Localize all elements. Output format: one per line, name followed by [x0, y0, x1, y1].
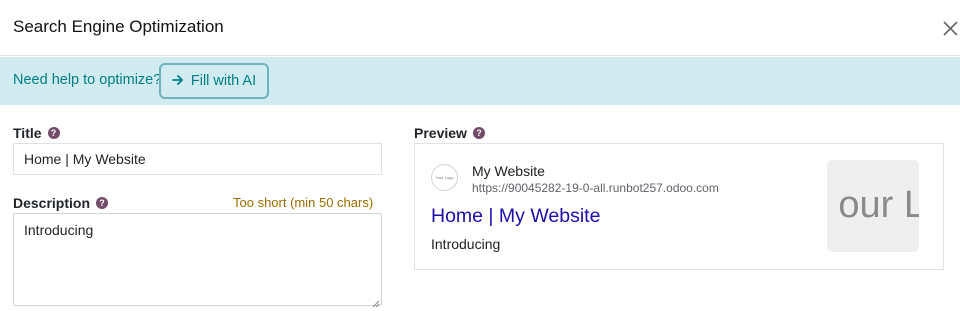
- close-icon[interactable]: [940, 17, 960, 39]
- thumbnail-logo-text: our L: [838, 184, 919, 226]
- site-logo: Your Logo: [431, 164, 458, 191]
- resize-handle-icon[interactable]: [371, 295, 380, 308]
- dialog-header: Search Engine Optimization: [0, 0, 960, 56]
- help-text: Need help to optimize?: [13, 72, 162, 88]
- seo-preview-card: Your Logo My Website https://90045282-19…: [414, 143, 944, 270]
- fill-with-ai-label: Fill with AI: [190, 73, 257, 89]
- question-icon[interactable]: ?: [47, 127, 60, 139]
- preview-label: Preview ?: [414, 125, 485, 141]
- preview-site-name: My Website: [472, 163, 545, 179]
- preview-thumbnail: our L: [827, 160, 919, 252]
- arrow-right-icon: [171, 73, 184, 89]
- ai-help-banner: Need help to optimize? Fill with AI: [0, 57, 960, 105]
- site-logo-text: Your Logo: [435, 175, 454, 180]
- title-label: Title ?: [13, 125, 60, 141]
- title-input[interactable]: [13, 143, 382, 175]
- description-text: Introducing: [24, 222, 94, 238]
- preview-seo-description: Introducing: [431, 236, 501, 252]
- dialog-title: Search Engine Optimization: [13, 17, 224, 36]
- description-label: Description ?: [13, 195, 109, 211]
- title-label-text: Title: [13, 125, 42, 141]
- fill-with-ai-button[interactable]: Fill with AI: [159, 63, 269, 99]
- description-length-warning: Too short (min 50 chars): [233, 195, 374, 210]
- preview-seo-title[interactable]: Home | My Website: [431, 205, 600, 228]
- preview-site-url: https://90045282-19-0-all.runbot257.odoo…: [472, 181, 719, 195]
- question-icon[interactable]: ?: [472, 127, 485, 139]
- description-label-text: Description: [13, 195, 91, 211]
- preview-label-text: Preview: [414, 125, 467, 141]
- description-textarea[interactable]: Introducing: [13, 213, 382, 308]
- question-icon[interactable]: ?: [96, 197, 109, 209]
